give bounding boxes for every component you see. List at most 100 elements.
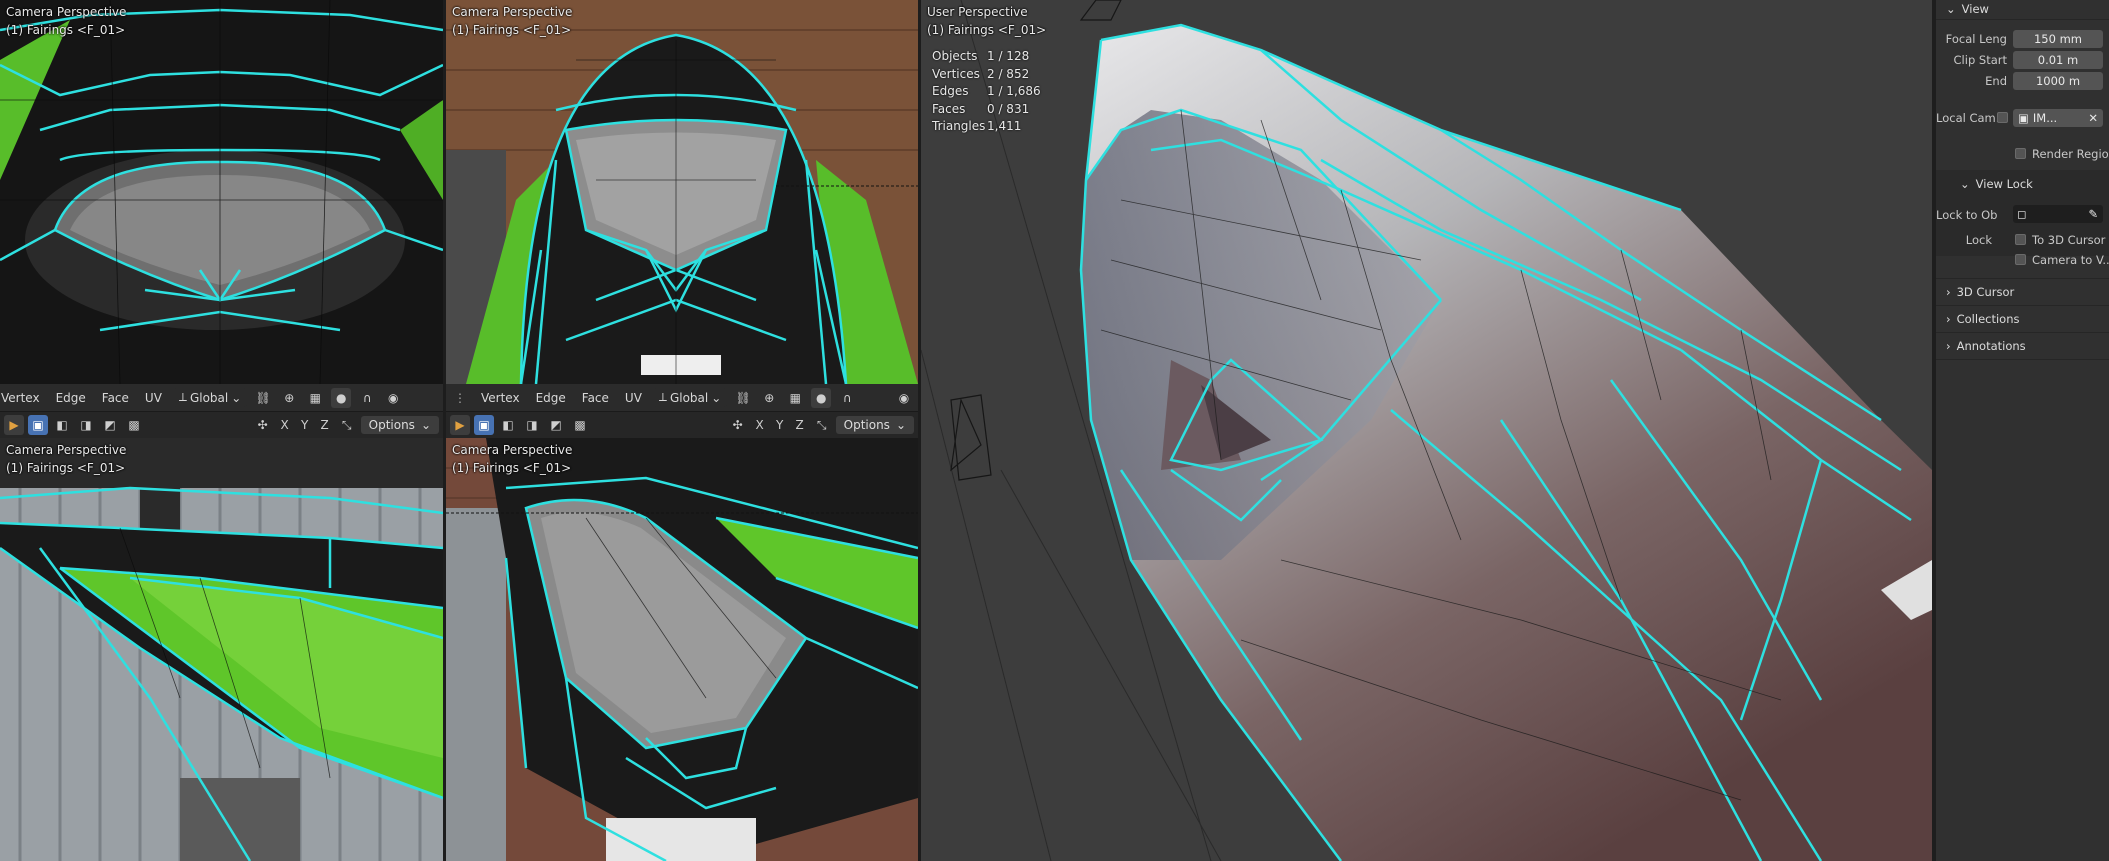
viewport-object: (1) Fairings <F_01> — [452, 23, 572, 37]
select-invert-icon[interactable]: ◩ — [546, 415, 566, 435]
axis-z-toggle[interactable]: Z — [317, 418, 333, 432]
clip-end-field[interactable]: 1000 m — [2013, 72, 2103, 90]
local-camera-field[interactable]: ▣ IM... ✕ — [2013, 109, 2103, 127]
select-intersect-icon[interactable]: ▩ — [124, 415, 144, 435]
eyedropper-icon[interactable]: ✎ — [2088, 205, 2103, 223]
pivot-link-icon[interactable]: ⛓ — [253, 388, 273, 408]
focal-length-field[interactable]: 150 mm — [2013, 30, 2103, 48]
select-new-icon[interactable]: ▣ — [474, 415, 494, 435]
camera-to-view-label: Camera to V... — [2032, 253, 2109, 267]
viewport-object: (1) Fairings <F_01> — [6, 23, 126, 37]
annotations-section-header[interactable]: › Annotations — [1946, 339, 2026, 353]
menu-edge[interactable]: Edge — [51, 389, 91, 407]
camera-to-view-checkbox[interactable] — [2015, 254, 2026, 265]
viewport-top-left[interactable]: Camera Perspective (1) Fairings <F_01> — [0, 0, 443, 384]
viewport-title: Camera Perspective — [6, 5, 127, 19]
snap-magnet-icon[interactable]: ⊕ — [759, 388, 779, 408]
select-extend-icon[interactable]: ◧ — [52, 415, 72, 435]
stat-vertices-value: 2 / 852 — [987, 66, 1030, 81]
3d-cursor-section-header[interactable]: › 3D Cursor — [1946, 285, 2014, 299]
viewport-object: (1) Fairings <F_01> — [927, 23, 1047, 37]
tool-play-icon[interactable]: ▶ — [450, 415, 470, 435]
proportional-edit-icon[interactable]: ● — [331, 387, 352, 408]
chevron-down-icon: ⌄ — [1960, 177, 1970, 191]
stat-objects-value: 1 / 128 — [987, 49, 1030, 63]
menu-face[interactable]: Face — [577, 389, 614, 407]
viewport-bottom-left[interactable]: Camera Perspective (1) Fairings <F_01> — [0, 438, 443, 861]
lock-to-3d-cursor-checkbox[interactable] — [2015, 234, 2026, 245]
falloff-curve-icon[interactable]: ∩ — [357, 388, 377, 408]
stat-faces-value: 0 / 831 — [987, 101, 1030, 116]
axis-y-toggle[interactable]: Y — [297, 418, 313, 432]
chevron-down-icon: ⌄ — [1946, 2, 1956, 16]
axis-x-toggle[interactable]: X — [277, 418, 293, 432]
mode-toggle-icon[interactable]: ⋮ — [450, 388, 470, 408]
chevron-right-icon: › — [1946, 285, 1951, 299]
transform-orientation-dropdown[interactable]: ⟂ Global ⌄ — [172, 388, 248, 407]
mirror-axis-icon[interactable]: ✣ — [253, 415, 273, 435]
viewport-bottom-mid[interactable]: Camera Perspective (1) Fairings <F_01> — [446, 438, 918, 861]
axis-y-toggle[interactable]: Y — [772, 418, 788, 432]
annotations-title: Annotations — [1956, 339, 2026, 353]
select-subtract-icon[interactable]: ◨ — [522, 415, 542, 435]
select-extend-icon[interactable]: ◧ — [498, 415, 518, 435]
chevron-down-icon: ⌄ — [231, 390, 242, 405]
auto-merge-icon[interactable]: ⤡ — [337, 415, 357, 435]
auto-merge-icon[interactable]: ⤡ — [812, 415, 832, 435]
menu-face[interactable]: Face — [97, 389, 134, 407]
pivot-link-icon[interactable]: ⛓ — [733, 388, 753, 408]
viewport-object: (1) Fairings <F_01> — [6, 461, 126, 475]
3d-cursor-title: 3D Cursor — [1956, 285, 2015, 299]
close-icon[interactable]: ✕ — [2088, 109, 2103, 127]
overlay-eye-icon[interactable]: ◉ — [894, 388, 914, 408]
options-label: Options — [368, 418, 415, 432]
view-lock-section-header[interactable]: ⌄ View Lock — [1960, 177, 2033, 191]
sidebar-view-panel: ⌄ View Focal Leng 150 mm Clip Start 0.01… — [1936, 0, 2109, 861]
orientation-icon: ⟂ — [178, 390, 187, 404]
view-lock-title: View Lock — [1975, 177, 2033, 191]
tool-play-icon[interactable]: ▶ — [4, 415, 24, 435]
menu-edge[interactable]: Edge — [531, 389, 571, 407]
falloff-curve-icon[interactable]: ∩ — [837, 388, 857, 408]
viewport-main[interactable]: User Perspective (1) Fairings <F_01> — [921, 0, 1932, 861]
stat-edges-value: 1 / 1,686 — [987, 84, 1041, 98]
chevron-down-icon: ⌄ — [711, 390, 722, 405]
viewport-top-mid[interactable]: Camera Perspective (1) Fairings <F_01> — [446, 0, 918, 384]
collections-section-header[interactable]: › Collections — [1946, 312, 2019, 326]
select-new-icon[interactable]: ▣ — [28, 415, 48, 435]
render-region-checkbox[interactable] — [2015, 148, 2026, 159]
options-button[interactable]: Options ⌄ — [835, 416, 914, 434]
clip-start-field[interactable]: 0.01 m — [2013, 51, 2103, 69]
select-intersect-icon[interactable]: ▩ — [570, 415, 590, 435]
orientation-icon: ⟂ — [658, 390, 667, 404]
axis-x-toggle[interactable]: X — [752, 418, 768, 432]
clip-end-label: End — [1985, 74, 2007, 88]
menu-vertex[interactable]: Vertex — [0, 389, 45, 407]
chevron-right-icon: › — [1946, 312, 1951, 326]
overlay-eye-icon[interactable]: ◉ — [383, 388, 403, 408]
axis-z-toggle[interactable]: Z — [792, 418, 808, 432]
menu-uv[interactable]: UV — [620, 389, 647, 407]
select-invert-icon[interactable]: ◩ — [100, 415, 120, 435]
options-label: Options — [843, 418, 890, 432]
orientation-value: Global — [189, 390, 229, 405]
proportional-edit-icon[interactable]: ● — [811, 387, 832, 408]
viewport-header-mid: ⋮ Vertex Edge Face UV ⟂ Global ⌄ ⛓ ⊕ ▦ ●… — [446, 384, 918, 412]
lock-to-object-field[interactable]: ◻ ✎ — [2013, 205, 2103, 223]
options-button[interactable]: Options ⌄ — [360, 416, 439, 434]
menu-vertex[interactable]: Vertex — [476, 389, 525, 407]
local-camera-checkbox[interactable] — [1997, 112, 2008, 123]
snap-grid-icon[interactable]: ▦ — [785, 388, 805, 408]
chevron-down-icon: ⌄ — [895, 418, 906, 432]
mirror-axis-icon[interactable]: ✣ — [728, 415, 748, 435]
object-icon: ◻ — [2017, 207, 2027, 221]
snap-magnet-icon[interactable]: ⊕ — [279, 388, 299, 408]
select-subtract-icon[interactable]: ◨ — [76, 415, 96, 435]
transform-orientation-dropdown[interactable]: ⟂ Global ⌄ — [652, 388, 728, 407]
menu-uv[interactable]: UV — [140, 389, 167, 407]
mesh-render — [446, 438, 918, 861]
view-section-header[interactable]: ⌄ View — [1946, 2, 1989, 16]
viewport-title: Camera Perspective — [6, 443, 127, 457]
mesh-render — [0, 438, 443, 861]
snap-grid-icon[interactable]: ▦ — [305, 388, 325, 408]
